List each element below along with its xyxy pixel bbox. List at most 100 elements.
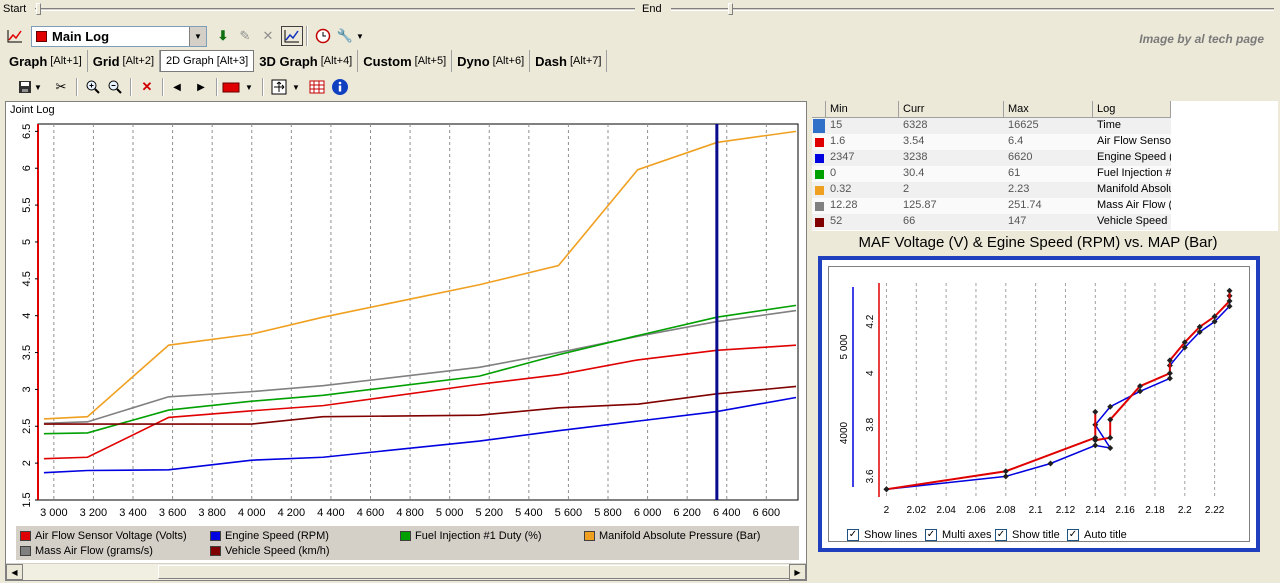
xy-x-tick-label: 2.16 [1115,505,1135,516]
tab-2d-graph[interactable]: 2D Graph [Alt+3] [160,50,255,72]
xy-x-tick-label: 2.18 [1145,505,1165,516]
end-range-track[interactable] [671,8,1274,11]
chevron-down-icon[interactable]: ▼ [189,27,206,46]
end-range-thumb[interactable] [728,3,733,15]
info-icon[interactable] [329,77,351,97]
plot-area [37,123,799,501]
cell-curr: 6328 [903,119,928,131]
legend-item-fuel-injection[interactable]: Fuel Injection #1 Duty (%) [400,530,542,542]
show-title-checkbox[interactable]: ✓ Show title [995,529,1060,541]
save-dropdown-icon[interactable]: ▼ [32,77,44,97]
xy-x-tick-label: 2.02 [907,505,927,516]
delete-icon[interactable]: ✕ [136,77,158,97]
graph-view-icon[interactable] [4,26,26,46]
edit-icon[interactable]: ✎ [234,26,256,46]
clock-icon[interactable] [312,26,334,46]
table-row[interactable]: 0 30.4 61 Fuel Injection #1 [812,166,1171,182]
tab-3d-graph[interactable]: 3D Graph [Alt+4] [254,50,359,72]
xy-plot-area [879,283,1237,497]
table-row[interactable]: 15 6328 16625 Time [812,118,1171,134]
table-row[interactable]: 1.6 3.54 6.4 Air Flow Sensor [812,134,1171,150]
xy-y2-tick-label: 4000 [839,421,850,444]
end-label: End [642,3,662,15]
row-color-swatch [812,182,826,198]
row-color-swatch [812,134,826,150]
horizontal-scrollbar[interactable]: ◀ ▶ [6,563,806,580]
cell-min: 52 [830,215,843,227]
cell-curr: 30.4 [903,167,925,179]
legend-item-manifold-pressure[interactable]: Manifold Absolute Pressure (Bar) [584,530,760,542]
xy-y2-tick-label: 5 000 [839,334,850,359]
tools-dropdown-icon[interactable]: ▼ [354,26,366,46]
log-select[interactable]: Main Log ▼ [31,26,207,47]
cell-curr: 3238 [903,151,928,163]
row-color-swatch [812,166,826,182]
cell-log: Engine Speed (R [1097,151,1171,163]
cell-min: 15 [830,119,843,131]
x-tick-label: 4 000 [238,507,266,519]
color-icon[interactable] [220,77,242,97]
cut-icon[interactable]: ✂ [50,77,72,97]
axes-icon[interactable] [268,77,290,97]
legend-item-engine-speed[interactable]: Engine Speed (RPM) [210,530,329,542]
table-row[interactable]: 2347 3238 6620 Engine Speed (R [812,150,1171,166]
zoom-in-icon[interactable] [82,77,104,97]
arrow-down-icon[interactable]: ⬇ [212,26,234,46]
chart-icon[interactable] [281,26,303,46]
table-header: Min Curr Max Log [812,101,1171,118]
table-row[interactable]: 52 66 147 Vehicle Speed ( [812,214,1171,230]
start-range-track[interactable] [35,8,635,11]
auto-title-checkbox[interactable]: ✓ Auto title [1067,529,1127,541]
col-log[interactable]: Log [1093,101,1171,118]
tools-icon[interactable]: 🔧 [334,26,356,46]
zoom-out-icon[interactable] [104,77,126,97]
cell-curr: 125.87 [903,199,937,211]
color-dropdown-icon[interactable]: ▼ [243,77,255,97]
start-range-thumb[interactable] [36,3,41,15]
legend-item-mass-air-flow[interactable]: Mass Air Flow (grams/s) [20,545,153,557]
cell-log: Air Flow Sensor [1097,135,1171,147]
scroll-thumb[interactable] [158,565,798,579]
row-color-swatch [812,150,826,166]
tab-dyno[interactable]: Dyno [Alt+6] [452,50,531,72]
row-color-swatch [812,214,826,230]
arrow-right-icon[interactable]: ▶ [190,77,212,97]
tab-grid[interactable]: Grid [Alt+2] [88,50,161,72]
cell-min: 2347 [830,151,855,163]
table-row[interactable]: 12.28 125.87 251.74 Mass Air Flow (g [812,198,1171,214]
multi-axes-checkbox[interactable]: ✓ Multi axes [925,529,992,541]
xy-x-tick-label: 2.08 [996,505,1016,516]
main-plot[interactable]: 3 000 3 200 3 400 3 600 3 800 4 000 4 200 4 400… [6,102,806,522]
scroll-right-icon[interactable]: ▶ [789,564,806,580]
cell-max: 16625 [1008,119,1039,131]
x-tick-label: 3 600 [159,507,187,519]
y-tick-label: 1.5 [21,492,33,507]
cell-max: 61 [1008,167,1021,179]
xy-plot[interactable]: 2 2.02 2.04 2.06 2.08 2.1 2.12 2.14 2.16 2.18 2.2 2… [829,267,1257,547]
col-curr[interactable]: Curr [899,101,1004,118]
close-icon[interactable]: ✕ [257,26,279,46]
tab-graph[interactable]: Graph [Alt+1] [4,50,88,72]
legend-item-vehicle-speed[interactable]: Vehicle Speed (km/h) [210,545,330,557]
xy-x-tick-label: 2 [884,505,890,516]
tab-custom[interactable]: Custom [Alt+5] [358,50,453,72]
col-min[interactable]: Min [826,101,899,118]
xy-x-tick-label: 2.12 [1056,505,1076,516]
scroll-left-icon[interactable]: ◀ [6,564,23,580]
x-tick-label: 5 000 [436,507,464,519]
show-lines-checkbox[interactable]: ✓ Show lines [847,529,917,541]
tab-dash[interactable]: Dash [Alt+7] [530,50,608,72]
cell-log: Mass Air Flow (g [1097,199,1171,211]
legend-item-air-flow[interactable]: Air Flow Sensor Voltage (Volts) [20,530,187,542]
table-row[interactable]: 0.32 2 2.23 Manifold Absolu [812,182,1171,198]
arrow-left-icon[interactable]: ◀ [166,77,188,97]
view-tabs: Graph [Alt+1] Grid [Alt+2] 2D Graph [Alt+3]… [4,50,608,72]
log-info-table: Min Curr Max Log 15 6328 16625 Time 1.6 3.54 6… [812,101,1278,231]
cell-log: Manifold Absolu [1097,183,1171,195]
col-max[interactable]: Max [1004,101,1093,118]
x-tick-label: 5 200 [475,507,503,519]
x-tick-label: 5 800 [594,507,622,519]
axes-dropdown-icon[interactable]: ▼ [290,77,302,97]
grid-icon[interactable] [306,77,328,97]
main-plot-panel: Joint Log 3 000 3 200 3 400 3 600 3 800 4 000… [5,101,807,581]
